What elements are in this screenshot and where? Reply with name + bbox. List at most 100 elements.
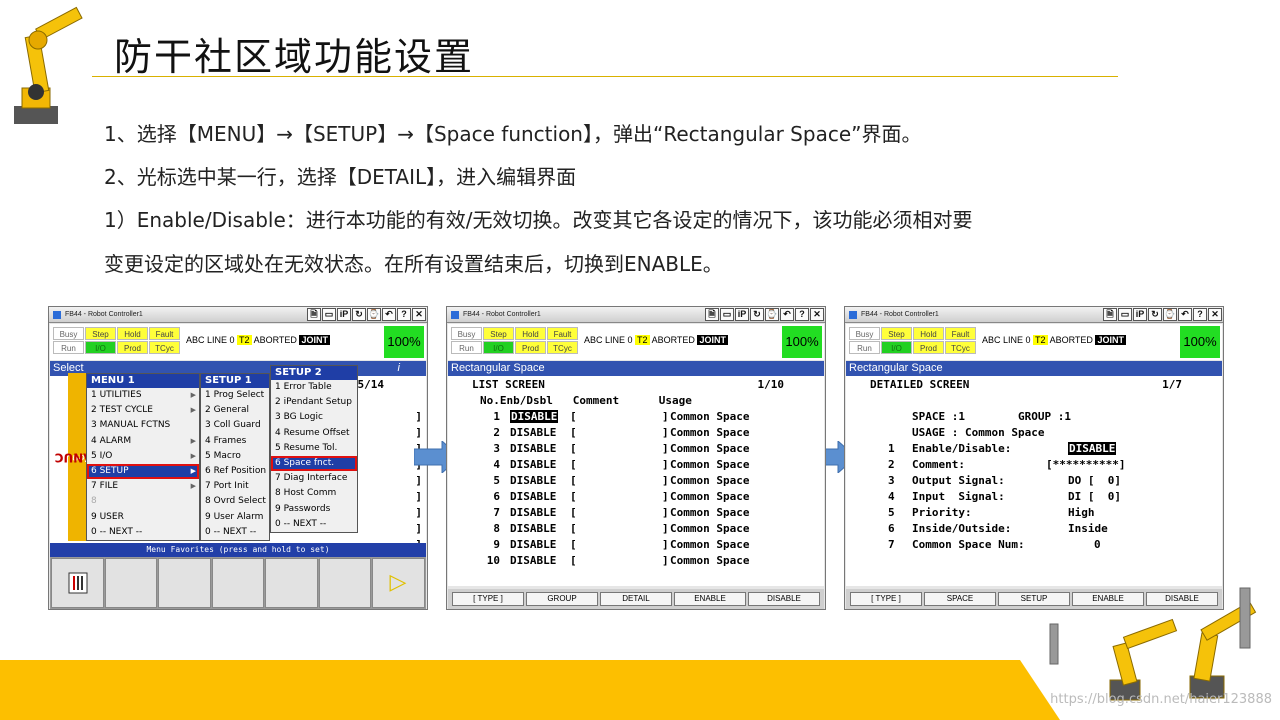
window-icon[interactable]: ▭ — [1118, 308, 1132, 321]
row-enable-state[interactable]: DISABLE — [510, 522, 556, 535]
setup2-item-next[interactable]: 0 -- NEXT -- — [271, 517, 357, 532]
row-enable-state[interactable]: DISABLE — [510, 426, 556, 439]
led-prod: Prod — [117, 341, 148, 354]
row-enable-state[interactable]: DISABLE — [510, 442, 556, 455]
favorite-key-4[interactable] — [211, 558, 265, 608]
fkey-group[interactable]: GROUP — [526, 592, 598, 606]
slide-title: 防干社区域功能设置 — [114, 35, 475, 79]
timer-icon[interactable]: ⌚ — [367, 308, 381, 321]
help-icon[interactable]: ? — [1193, 308, 1207, 321]
fkey-enable[interactable]: ENABLE — [674, 592, 746, 606]
row-number: 10 — [486, 554, 500, 567]
row-enable-state[interactable]: DISABLE — [510, 410, 559, 423]
setup-item-frames[interactable]: 4 Frames — [201, 434, 269, 449]
favorite-key-3[interactable] — [158, 558, 211, 608]
ipendant-icon[interactable]: iP — [735, 308, 749, 321]
row-enable-state[interactable]: DISABLE — [510, 554, 556, 567]
close-icon[interactable]: ✕ — [412, 308, 426, 321]
menu-item-io[interactable]: 5 I/O ▶ — [87, 449, 199, 464]
refresh-icon[interactable]: ↻ — [750, 308, 764, 321]
led-prod: Prod — [515, 341, 546, 354]
document-icon[interactable]: 🗎 — [307, 308, 321, 321]
refresh-icon[interactable]: ↻ — [352, 308, 366, 321]
setup-item-user-alarm[interactable]: 9 User Alarm — [201, 510, 269, 525]
setup2-item-resume-offset[interactable]: 4 Resume Offset — [271, 426, 357, 441]
favorite-key-6[interactable] — [318, 558, 372, 608]
setup2-item-host-comm[interactable]: 8 Host Comm — [271, 486, 357, 501]
ipendant-icon[interactable]: iP — [337, 308, 351, 321]
favorite-key-2[interactable] — [104, 558, 158, 608]
close-icon[interactable]: ✕ — [1208, 308, 1222, 321]
row-enable-state[interactable]: DISABLE — [510, 538, 556, 551]
document-icon[interactable]: 🗎 — [705, 308, 719, 321]
undo-icon[interactable]: ↶ — [780, 308, 794, 321]
row-enable-state[interactable]: DISABLE — [510, 506, 556, 519]
next-page-button[interactable]: ▷ — [372, 558, 426, 608]
menu-item-label: 9 USER — [91, 511, 124, 522]
detail-item-value[interactable]: Inside — [1068, 522, 1108, 535]
menu-item-user[interactable]: 9 USER — [87, 510, 199, 525]
close-icon[interactable]: ✕ — [810, 308, 824, 321]
setup2-item-passwords[interactable]: 9 Passwords — [271, 502, 357, 517]
ipendant-icon[interactable]: iP — [1133, 308, 1147, 321]
help-icon[interactable]: ? — [795, 308, 809, 321]
setup2-item-error-table[interactable]: 1 Error Table — [271, 380, 357, 395]
help-icon[interactable]: ? — [397, 308, 411, 321]
menu-item-label: 6 SETUP — [91, 465, 129, 476]
setup2-item-resume-tol[interactable]: 5 Resume Tol. — [271, 441, 357, 456]
row-enable-state[interactable]: DISABLE — [510, 474, 556, 487]
detail-item-value[interactable]: DI [ 0] — [1068, 490, 1121, 503]
detail-item-value[interactable]: DO [ 0] — [1068, 474, 1121, 487]
led-hold: Hold — [913, 327, 944, 340]
fkey-detail[interactable]: DETAIL — [600, 592, 672, 606]
detail-item-value[interactable]: High — [1068, 506, 1095, 519]
setup-item-coll-guard[interactable]: 3 Coll Guard — [201, 418, 269, 433]
detail-item-number: 7 — [888, 538, 895, 551]
menu-item-utilities[interactable]: 1 UTILITIES ▶ — [87, 388, 199, 403]
setup2-item-space-fnct[interactable]: 6 Space fnct. — [271, 455, 357, 472]
detail-item-value[interactable]: 0 — [1094, 538, 1101, 551]
document-icon[interactable]: 🗎 — [1103, 308, 1117, 321]
menu-item-manual-fctns[interactable]: 3 MANUAL FCTNS — [87, 418, 199, 433]
setup-item-general[interactable]: 2 General — [201, 403, 269, 418]
page-indicator: 5/14 — [357, 378, 385, 391]
setup-item-next[interactable]: 0 -- NEXT -- — [201, 525, 269, 540]
favorite-key-5[interactable] — [265, 558, 318, 608]
fkey-disable[interactable]: DISABLE — [748, 592, 820, 606]
undo-icon[interactable]: ↶ — [382, 308, 396, 321]
menu2-header: SETUP 1 — [201, 374, 269, 388]
play-arrow-icon: ▷ — [389, 569, 407, 594]
detail-item-value[interactable]: [**********] — [1046, 458, 1125, 471]
setup-item-port-init[interactable]: 7 Port Init — [201, 479, 269, 494]
setup-item-macro[interactable]: 5 Macro — [201, 449, 269, 464]
menu-item-test-cycle[interactable]: 2 TEST CYCLE ▶ — [87, 403, 199, 418]
refresh-icon[interactable]: ↻ — [1148, 308, 1162, 321]
setup-item-ref-position[interactable]: 6 Ref Position — [201, 464, 269, 479]
menu-item-next[interactable]: 0 -- NEXT -- — [87, 525, 199, 540]
led-tcyc: TCyc — [945, 341, 976, 354]
menu-item-alarm[interactable]: 4 ALARM ▶ — [87, 434, 199, 449]
undo-icon[interactable]: ↶ — [1178, 308, 1192, 321]
row-enable-state[interactable]: DISABLE — [510, 490, 556, 503]
menu-item-file[interactable]: 7 FILE ▶ — [87, 479, 199, 494]
menu-favorites-bar[interactable]: Menu Favorites (press and hold to set) — [50, 543, 426, 557]
window-icon[interactable]: ▭ — [322, 308, 336, 321]
function-key-bar: [ TYPE ] GROUP DETAIL ENABLE DISABLE — [448, 589, 824, 609]
setup2-item-diag-interface[interactable]: 7 Diag Interface — [271, 471, 357, 486]
fkey-type[interactable]: [ TYPE ] — [452, 592, 524, 606]
fkey-space[interactable]: SPACE — [924, 592, 996, 606]
favorite-key-1[interactable] — [51, 558, 104, 608]
setup2-item-ipendant-setup[interactable]: 2 iPendant Setup — [271, 395, 357, 410]
override-percent: 100% — [1180, 326, 1220, 358]
setup-item-ovrd-select[interactable]: 8 Ovrd Select — [201, 494, 269, 509]
detail-item-value[interactable]: DISABLE — [1068, 442, 1117, 455]
window-icon[interactable]: ▭ — [720, 308, 734, 321]
timer-icon[interactable]: ⌚ — [765, 308, 779, 321]
setup2-item-bg-logic[interactable]: 3 BG Logic — [271, 410, 357, 425]
setup-item-prog-select[interactable]: 1 Prog Select — [201, 388, 269, 403]
fkey-type[interactable]: [ TYPE ] — [850, 592, 922, 606]
row-enable-state[interactable]: DISABLE — [510, 458, 556, 471]
menu-item-8[interactable]: 8 — [87, 494, 199, 509]
timer-icon[interactable]: ⌚ — [1163, 308, 1177, 321]
menu-item-setup[interactable]: 6 SETUP ▶ — [87, 463, 199, 480]
